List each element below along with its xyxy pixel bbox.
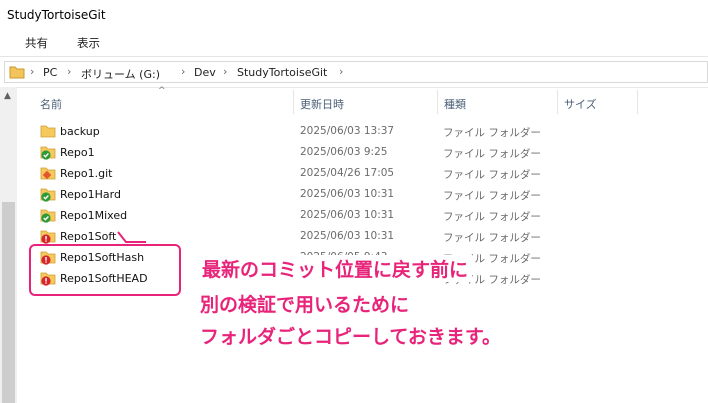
annotation-line-3: フォルダごとコピーしておきます。 (200, 326, 501, 348)
folder-warning-icon (40, 251, 56, 265)
folder-warning-icon (40, 272, 56, 286)
annotation-line-2: 別の検証で用いるために (200, 294, 410, 316)
annotation-line-1: 最新のコミット位置に戻す前に (200, 255, 473, 282)
file-name: Repo1SoftHEAD (60, 272, 148, 285)
file-name: Repo1SoftHash (60, 251, 145, 264)
